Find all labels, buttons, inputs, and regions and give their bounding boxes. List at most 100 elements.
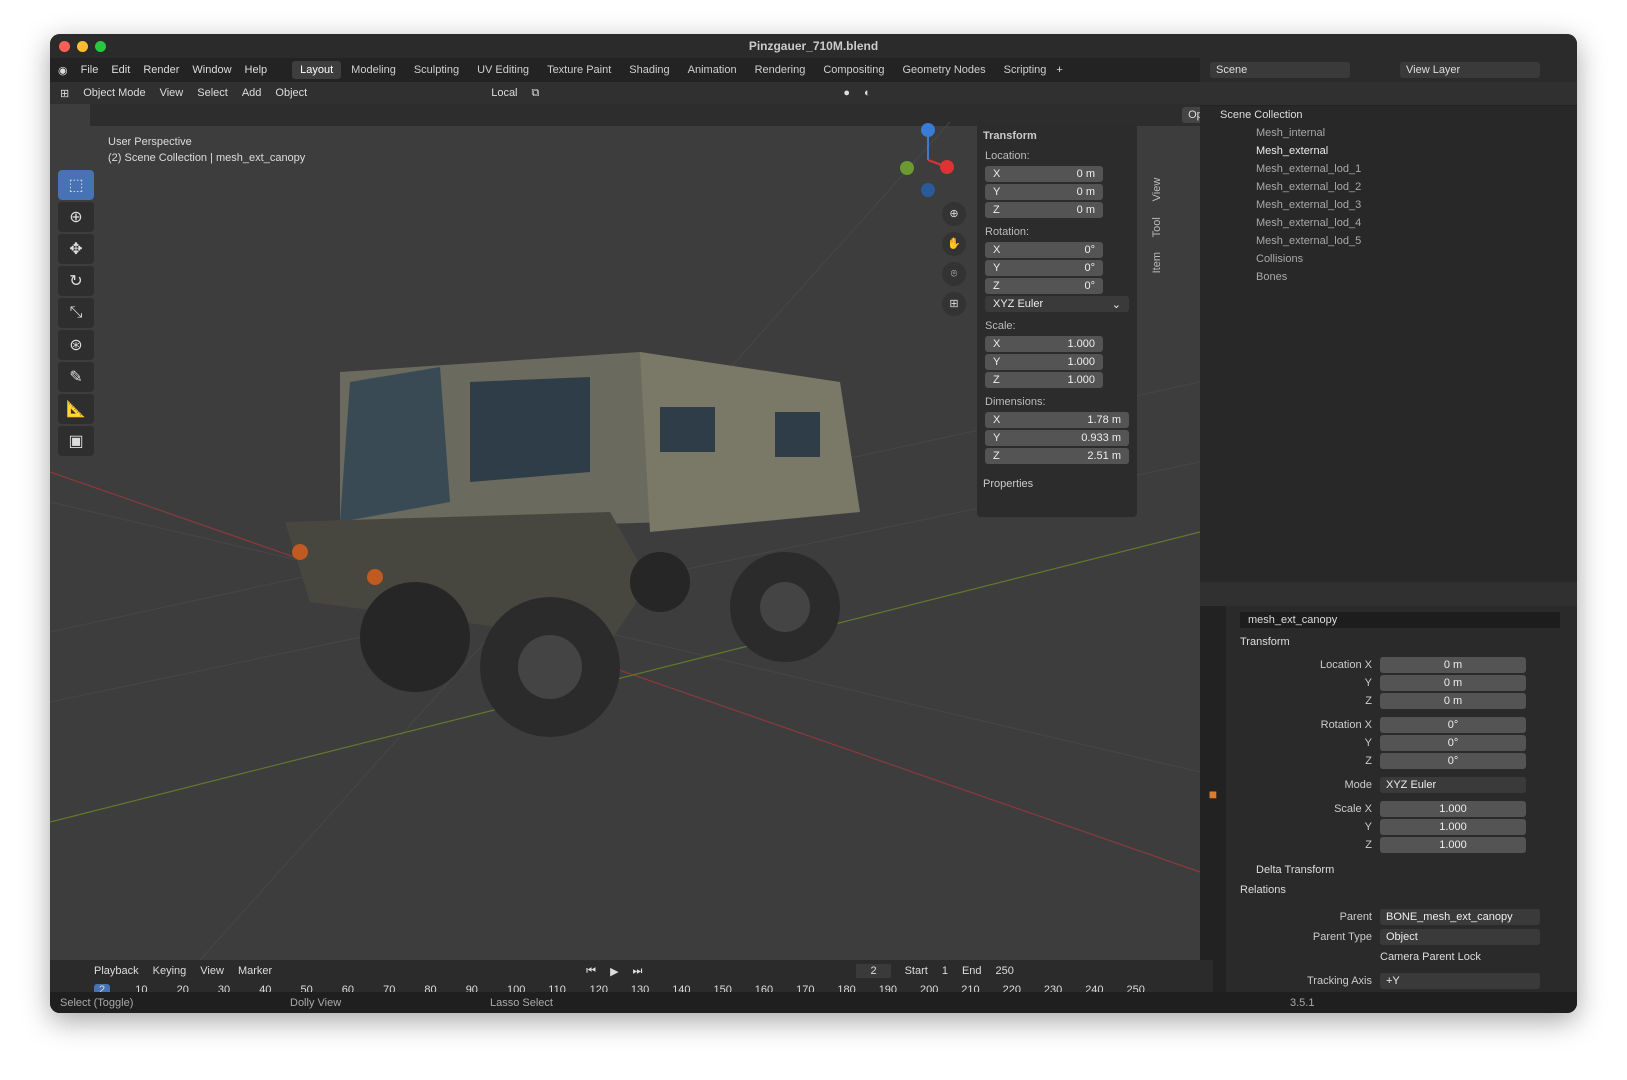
- outliner-item[interactable]: Mesh_external: [1200, 142, 1577, 160]
- close-button[interactable]: [59, 41, 70, 52]
- outliner-scene-collection[interactable]: Scene Collection: [1200, 106, 1577, 124]
- tab-texture-paint[interactable]: Texture Paint: [539, 61, 619, 79]
- add-workspace-icon[interactable]: +: [1056, 64, 1062, 76]
- menu-window[interactable]: Window: [192, 64, 231, 76]
- loc-y-field[interactable]: 0 m: [1380, 675, 1526, 691]
- menu-help[interactable]: Help: [245, 64, 268, 76]
- zoom-button[interactable]: [95, 41, 106, 52]
- dimension-y-field[interactable]: Y 0.933 m: [985, 430, 1129, 446]
- menu-file[interactable]: File: [81, 64, 99, 76]
- transform-section[interactable]: Transform: [1240, 636, 1560, 648]
- ortho-grid-icon[interactable]: ⊞: [942, 292, 966, 316]
- dimension-x-field[interactable]: X 1.78 m: [985, 412, 1129, 428]
- rot-z-field[interactable]: 0°: [1380, 753, 1526, 769]
- tab-uv-editing[interactable]: UV Editing: [469, 61, 537, 79]
- viewport-info: User Perspective (2) Scene Collection | …: [108, 134, 305, 166]
- rotation-x-field[interactable]: X 0°: [985, 242, 1103, 258]
- scale-label: Scale:: [985, 320, 1016, 332]
- tab-scripting[interactable]: Scripting: [996, 61, 1055, 79]
- move-icon[interactable]: ✥: [58, 234, 94, 264]
- menu-playback[interactable]: Playback: [94, 965, 139, 977]
- tab-shading[interactable]: Shading: [621, 61, 677, 79]
- add-cube-icon[interactable]: ▣: [58, 426, 94, 456]
- scale-x-field[interactable]: X 1.000: [985, 336, 1103, 352]
- rotation-mode-select[interactable]: XYZ Euler: [1380, 777, 1526, 793]
- scale-y-field[interactable]: Y 1.000: [985, 354, 1103, 370]
- loc-x-field[interactable]: 0 m: [1380, 657, 1526, 673]
- outliner-item[interactable]: Mesh_internal: [1200, 124, 1577, 142]
- rotate-icon[interactable]: ↻: [58, 266, 94, 296]
- cursor-icon[interactable]: ⊕: [58, 202, 94, 232]
- current-frame-field[interactable]: 2: [856, 964, 891, 978]
- delta-transform-section[interactable]: Delta Transform: [1256, 864, 1560, 876]
- outliner-item[interactable]: Collisions: [1200, 250, 1577, 268]
- dimension-z-field[interactable]: Z 2.51 m: [985, 448, 1129, 464]
- parent-field[interactable]: BONE_mesh_ext_canopy: [1380, 909, 1540, 925]
- rotation-y-field[interactable]: Y 0°: [985, 260, 1103, 276]
- scale-icon[interactable]: ⤡: [58, 298, 94, 328]
- play-icon[interactable]: ▶: [610, 965, 618, 978]
- tab-layout[interactable]: Layout: [292, 61, 342, 79]
- scene-selector[interactable]: Scene: [1210, 62, 1350, 78]
- select-box-icon[interactable]: ⬚: [58, 170, 94, 200]
- scale-y-input[interactable]: 1.000: [1380, 819, 1526, 835]
- zoom-icon[interactable]: ⊕: [942, 202, 966, 226]
- annotate-icon[interactable]: ✎: [58, 362, 94, 392]
- jump-end-icon[interactable]: ⏭: [633, 965, 643, 978]
- properties-section[interactable]: Properties: [983, 478, 1131, 490]
- end-frame-field[interactable]: 250: [996, 965, 1014, 977]
- pan-hand-icon[interactable]: ✋: [942, 232, 966, 256]
- jump-start-icon[interactable]: ⏮: [586, 965, 596, 978]
- camera-parent-lock-checkbox[interactable]: Camera Parent Lock: [1380, 951, 1481, 963]
- tracking-axis-label: Tracking Axis: [1306, 975, 1372, 987]
- outliner-item[interactable]: Mesh_external_lod_2: [1200, 178, 1577, 196]
- window-title: Pinzgauer_710M.blend: [748, 39, 879, 53]
- location-y-field[interactable]: Y0 m: [985, 184, 1103, 200]
- start-frame-field[interactable]: 1: [942, 965, 948, 977]
- rot-x-field[interactable]: 0°: [1380, 717, 1526, 733]
- outliner-item[interactable]: Mesh_external_lod_4: [1200, 214, 1577, 232]
- location-z-field[interactable]: Z0 m: [985, 202, 1103, 218]
- outliner-item[interactable]: Mesh_external_lod_1: [1200, 160, 1577, 178]
- tab-animation[interactable]: Animation: [680, 61, 745, 79]
- 3d-viewport[interactable]: ⊞ Object Mode View Select Add Object Loc…: [50, 82, 1200, 960]
- rot-y-field[interactable]: 0°: [1380, 735, 1526, 751]
- object-properties-icon[interactable]: ■: [1200, 786, 1226, 802]
- scale-z-input[interactable]: 1.000: [1380, 837, 1526, 853]
- scale-z-field[interactable]: Z 1.000: [985, 372, 1103, 388]
- parent-type-label: Parent Type: [1312, 931, 1372, 943]
- tab-item[interactable]: Item: [1151, 252, 1163, 273]
- tab-view[interactable]: View: [1151, 178, 1163, 202]
- menu-edit[interactable]: Edit: [111, 64, 130, 76]
- scale-x-input[interactable]: 1.000: [1380, 801, 1526, 817]
- rotation-mode-dropdown[interactable]: XYZ Euler ⌄: [985, 296, 1129, 312]
- relations-section[interactable]: Relations: [1240, 884, 1560, 896]
- tab-sculpting[interactable]: Sculpting: [406, 61, 467, 79]
- menu-view-timeline[interactable]: View: [200, 965, 224, 977]
- tracking-axis-select[interactable]: +Y: [1380, 973, 1540, 989]
- outliner-item[interactable]: Mesh_external_lod_5: [1200, 232, 1577, 250]
- menu-keying[interactable]: Keying: [153, 965, 187, 977]
- menu-marker[interactable]: Marker: [238, 965, 272, 977]
- blender-logo-icon[interactable]: ◉: [58, 64, 68, 77]
- tab-geometry-nodes[interactable]: Geometry Nodes: [894, 61, 993, 79]
- camera-view-icon[interactable]: ⌾: [942, 262, 966, 286]
- parent-type-select[interactable]: Object: [1380, 929, 1540, 945]
- tab-modeling[interactable]: Modeling: [343, 61, 404, 79]
- active-object-info: (2) Scene Collection | mesh_ext_canopy: [108, 152, 306, 164]
- outliner-item[interactable]: Mesh_external_lod_3: [1200, 196, 1577, 214]
- location-x-field[interactable]: X0 m: [985, 166, 1103, 182]
- outliner-item[interactable]: Bones: [1200, 268, 1577, 286]
- menu-render[interactable]: Render: [143, 64, 179, 76]
- rotation-label: Rotation:: [985, 226, 1030, 238]
- minimize-button[interactable]: [77, 41, 88, 52]
- measure-icon[interactable]: 📐: [58, 394, 94, 424]
- tab-rendering[interactable]: Rendering: [747, 61, 814, 79]
- tab-compositing[interactable]: Compositing: [815, 61, 892, 79]
- loc-z-field[interactable]: 0 m: [1380, 693, 1526, 709]
- transform-icon[interactable]: ⊛: [58, 330, 94, 360]
- rotation-z-field[interactable]: Z 0°: [985, 278, 1103, 294]
- object-name-field[interactable]: mesh_ext_canopy: [1240, 612, 1560, 628]
- view-layer-selector[interactable]: View Layer: [1400, 62, 1540, 78]
- tab-tool[interactable]: Tool: [1151, 217, 1163, 237]
